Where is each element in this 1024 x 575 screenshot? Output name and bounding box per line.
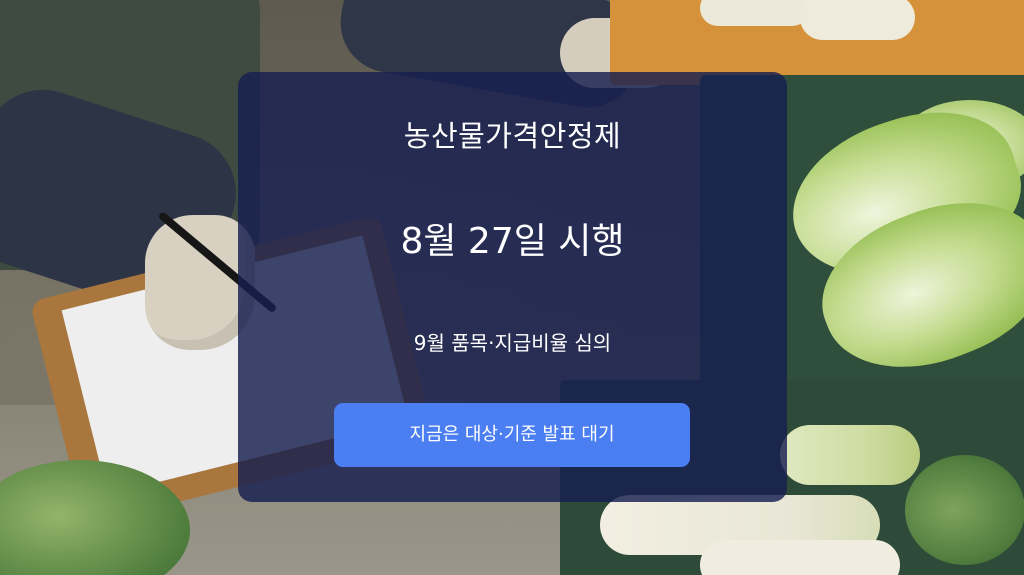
effective-date: 8월 27일 시행 — [400, 221, 625, 262]
card-subtitle: 9월 품목·지급비율 심의 — [413, 331, 612, 355]
radish — [780, 425, 920, 485]
announcement-card: 농산물가격안정제 8월 27일 시행 9월 품목·지급비율 심의 지금은 대상·… — [238, 72, 787, 502]
card-title: 농산물가격안정제 — [403, 119, 622, 153]
radish — [700, 540, 900, 575]
radish — [800, 0, 915, 40]
radish-greens — [905, 455, 1024, 565]
radish — [700, 0, 810, 26]
status-button[interactable]: 지금은 대상·기준 발표 대기 — [334, 403, 690, 467]
